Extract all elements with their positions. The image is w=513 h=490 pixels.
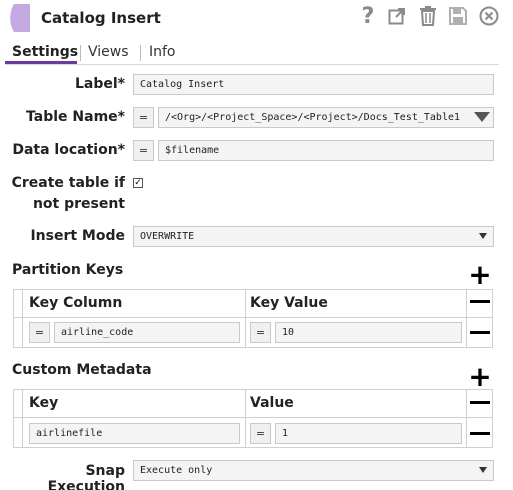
create-table-caption-line1: Create table if: [11, 175, 125, 191]
tab-views[interactable]: Views: [88, 44, 129, 60]
insert-mode-caption: Insert Mode: [30, 228, 125, 244]
metadata-value-expression-toggle[interactable]: =: [250, 423, 271, 444]
column-divider: [245, 289, 246, 348]
snap-title: Catalog Insert: [41, 9, 161, 27]
table-name-expression-toggle[interactable]: =: [133, 107, 154, 128]
chevron-down-icon: [479, 233, 487, 239]
save-icon[interactable]: [448, 5, 468, 27]
tab-info[interactable]: Info: [149, 44, 176, 60]
snap-execution-value: Execute only: [140, 465, 213, 476]
tab-divider: [5, 64, 499, 65]
column-divider: [466, 389, 467, 448]
tab-separator: [80, 45, 81, 61]
table-name-select[interactable]: /<Org>/<Project_Space>/<Project>/Docs_Te…: [158, 107, 494, 128]
column-divider: [466, 289, 467, 348]
metadata-key-field[interactable]: airlinefile: [29, 423, 240, 444]
remove-all-partition-keys-button[interactable]: [470, 300, 490, 303]
key-column-field[interactable]: airline_code: [54, 322, 240, 343]
export-icon[interactable]: [387, 5, 407, 27]
column-divider: [245, 389, 246, 448]
create-table-caption-line2: not present: [32, 196, 125, 212]
column-divider: [22, 289, 23, 348]
remove-metadata-row-button[interactable]: [470, 432, 490, 435]
label-caption: Label*: [74, 76, 125, 92]
snap-icon: [10, 4, 30, 32]
row-divider: [13, 317, 493, 318]
close-icon[interactable]: [479, 5, 499, 27]
custom-metadata-title: Custom Metadata: [12, 362, 152, 378]
data-location-field[interactable]: $filename: [158, 140, 494, 161]
remove-all-metadata-button[interactable]: [470, 401, 490, 404]
partition-keys-title: Partition Keys: [12, 262, 124, 278]
key-value-header: Key Value: [250, 295, 328, 311]
key-value-expression-toggle[interactable]: =: [250, 322, 271, 343]
row-divider: [13, 417, 493, 418]
metadata-value-field[interactable]: 1: [275, 423, 462, 444]
help-icon[interactable]: ?: [358, 4, 378, 29]
metadata-value-header: Value: [250, 395, 294, 411]
key-column-expression-toggle[interactable]: =: [29, 322, 50, 343]
remove-partition-key-row-button[interactable]: [470, 331, 490, 334]
table-name-caption: Table Name*: [26, 109, 125, 125]
dropdown-arrow-icon: [474, 112, 490, 122]
key-column-header: Key Column: [29, 295, 123, 311]
column-divider: [22, 389, 23, 448]
metadata-key-header: Key: [29, 395, 59, 411]
data-location-expression-toggle[interactable]: =: [133, 140, 154, 161]
label-field[interactable]: Catalog Insert: [133, 74, 494, 95]
snap-execution-select[interactable]: Execute only: [133, 460, 494, 481]
create-table-checkbox[interactable]: ✓: [133, 178, 143, 188]
tab-settings[interactable]: Settings: [12, 44, 78, 60]
snap-execution-caption: Snap Execution: [47, 463, 125, 490]
data-location-caption: Data location*: [12, 142, 125, 158]
tab-separator: [140, 45, 141, 61]
trash-icon[interactable]: [418, 5, 438, 27]
chevron-down-icon: [479, 467, 487, 473]
key-value-field[interactable]: 10: [275, 322, 462, 343]
add-partition-key-button[interactable]: +: [468, 261, 492, 289]
insert-mode-value: OVERWRITE: [140, 231, 195, 242]
table-name-value: /<Org>/<Project_Space>/<Project>/Docs_Te…: [165, 112, 461, 123]
add-metadata-button[interactable]: +: [468, 363, 492, 391]
insert-mode-select[interactable]: OVERWRITE: [133, 226, 494, 247]
